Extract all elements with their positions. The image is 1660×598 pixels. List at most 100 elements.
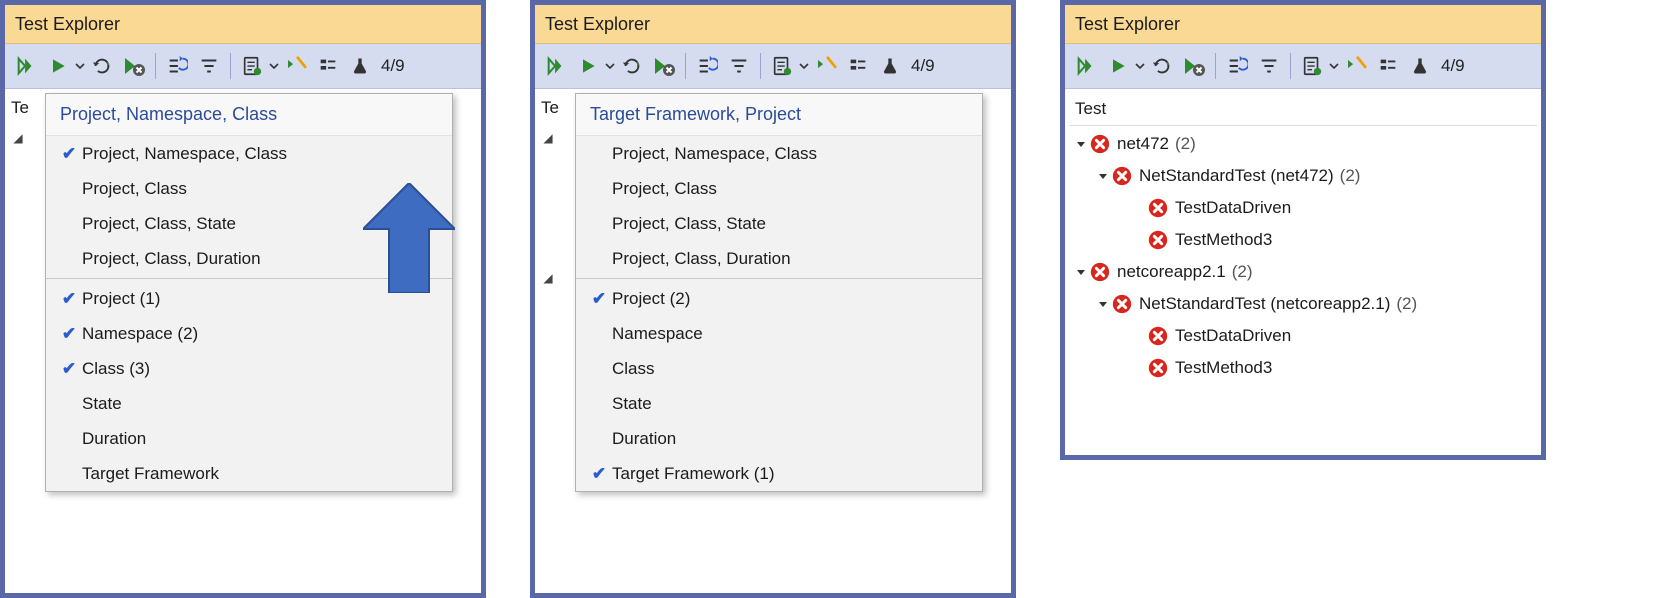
group-by-button[interactable] — [843, 51, 873, 81]
group-level-item[interactable]: Class — [576, 351, 982, 386]
run-dropdown[interactable] — [605, 61, 615, 71]
group-by-button[interactable] — [313, 51, 343, 81]
expander-icon[interactable] — [1073, 267, 1089, 277]
playlist-button[interactable] — [1222, 51, 1252, 81]
toolbar: 4/9 — [1065, 44, 1541, 89]
test-tree: Test net472(2)NetStandardTest (net472)(2… — [1065, 89, 1541, 390]
tree-node-label: NetStandardTest (netcoreapp2.1) — [1139, 294, 1390, 314]
separator — [1290, 53, 1291, 79]
group-level-item[interactable]: ✔Target Framework (1) — [576, 456, 982, 491]
test-explorer-panel: Test Explorer 4/9 Test net472(2)NetStand… — [1060, 0, 1546, 460]
group-level-item[interactable]: ✔Namespace (2) — [46, 316, 452, 351]
run-button[interactable] — [573, 51, 603, 81]
fail-icon — [1147, 197, 1169, 219]
panel-title-bar: Test Explorer — [5, 5, 481, 44]
run-dropdown[interactable] — [75, 61, 85, 71]
group-preset-item[interactable]: Project, Class, Duration — [46, 241, 452, 276]
run-settings-button[interactable] — [811, 51, 841, 81]
group-by-button[interactable] — [1373, 51, 1403, 81]
tree-node[interactable]: NetStandardTest (net472)(2) — [1069, 160, 1537, 192]
tree-node[interactable]: net472(2) — [1069, 128, 1537, 160]
run-settings-button[interactable] — [281, 51, 311, 81]
test-summary-button[interactable] — [1405, 51, 1435, 81]
menu-divider — [46, 278, 452, 279]
run-settings-button[interactable] — [1341, 51, 1371, 81]
filter-button[interactable] — [724, 51, 754, 81]
group-level-item[interactable]: Target Framework — [46, 456, 452, 491]
tree-node[interactable]: TestMethod3 — [1069, 224, 1537, 256]
separator — [230, 53, 231, 79]
show-test-hierarchy-button[interactable] — [767, 51, 797, 81]
group-preset-item[interactable]: Project, Class — [46, 171, 452, 206]
tree-node-label: NetStandardTest (net472) — [1139, 166, 1334, 186]
show-test-hierarchy-button[interactable] — [1297, 51, 1327, 81]
run-button[interactable] — [43, 51, 73, 81]
expander-icon[interactable]: ◢ — [541, 271, 555, 285]
test-summary-button[interactable] — [345, 51, 375, 81]
playlist-button[interactable] — [162, 51, 192, 81]
group-level-item[interactable]: Duration — [46, 421, 452, 456]
panel-body: Te ◢ Project, Namespace, Class ✔Project,… — [5, 89, 481, 153]
tree-node[interactable]: netcoreapp2.1(2) — [1069, 256, 1537, 288]
tree-node[interactable]: TestDataDriven — [1069, 320, 1537, 352]
run-failed-button[interactable] — [119, 51, 149, 81]
filter-button[interactable] — [194, 51, 224, 81]
group-level-item[interactable]: Namespace — [576, 316, 982, 351]
test-summary-button[interactable] — [875, 51, 905, 81]
expander-icon[interactable] — [1073, 139, 1089, 149]
run-all-button[interactable] — [541, 51, 571, 81]
check-icon: ✔ — [56, 359, 82, 379]
run-dropdown[interactable] — [1135, 61, 1145, 71]
group-by-menu-header: Target Framework, Project — [576, 94, 982, 136]
group-level-item[interactable]: ✔Project (2) — [576, 281, 982, 316]
group-level-item[interactable]: ✔Project (1) — [46, 281, 452, 316]
check-icon: ✔ — [586, 289, 612, 309]
group-preset-item[interactable]: Project, Class — [576, 171, 982, 206]
peek-tab-label: Te — [11, 98, 29, 118]
group-level-item[interactable]: Duration — [576, 421, 982, 456]
menu-item-label: Project, Class, State — [82, 214, 236, 234]
tree-header: Test — [1069, 95, 1537, 123]
group-preset-item[interactable]: Project, Class, Duration — [576, 241, 982, 276]
expander-icon[interactable]: ◢ — [11, 131, 25, 145]
tree-node[interactable]: TestMethod3 — [1069, 352, 1537, 384]
fail-icon — [1089, 261, 1111, 283]
run-all-button[interactable] — [11, 51, 41, 81]
show-dropdown[interactable] — [269, 61, 279, 71]
tree-node-count: (2) — [1232, 262, 1253, 282]
run-all-button[interactable] — [1071, 51, 1101, 81]
repeat-last-run-button[interactable] — [617, 51, 647, 81]
group-level-item[interactable]: ✔Class (3) — [46, 351, 452, 386]
test-explorer-panel: Test Explorer 4/9 Te ◢ — [530, 0, 1016, 598]
tree-node[interactable]: TestDataDriven — [1069, 192, 1537, 224]
repeat-last-run-button[interactable] — [1147, 51, 1177, 81]
group-by-menu: Project, Namespace, Class ✔Project, Name… — [45, 93, 453, 492]
expander-icon[interactable] — [1095, 171, 1111, 181]
playlist-button[interactable] — [692, 51, 722, 81]
show-dropdown[interactable] — [799, 61, 809, 71]
menu-item-label: Target Framework (1) — [612, 464, 774, 484]
expander-icon[interactable]: ◢ — [541, 131, 555, 145]
repeat-last-run-button[interactable] — [87, 51, 117, 81]
group-preset-item[interactable]: Project, Class, State — [46, 206, 452, 241]
tree-node-count: (2) — [1396, 294, 1417, 314]
group-preset-item[interactable]: ✔Project, Namespace, Class — [46, 136, 452, 171]
check-icon: ✔ — [586, 464, 612, 484]
group-preset-item[interactable]: Project, Class, State — [576, 206, 982, 241]
tree-node[interactable]: NetStandardTest (netcoreapp2.1) (2) — [1069, 288, 1537, 320]
expander-icon[interactable] — [1095, 299, 1111, 309]
filter-button[interactable] — [1254, 51, 1284, 81]
group-level-item[interactable]: State — [576, 386, 982, 421]
run-button[interactable] — [1103, 51, 1133, 81]
show-dropdown[interactable] — [1329, 61, 1339, 71]
test-count-label: 4/9 — [381, 56, 405, 76]
run-failed-button[interactable] — [649, 51, 679, 81]
group-preset-item[interactable]: Project, Namespace, Class — [576, 136, 982, 171]
run-failed-button[interactable] — [1179, 51, 1209, 81]
group-level-item[interactable]: State — [46, 386, 452, 421]
menu-item-label: Project (2) — [612, 289, 690, 309]
check-icon: ✔ — [56, 144, 82, 164]
panel-title-bar: Test Explorer — [535, 5, 1011, 44]
show-test-hierarchy-button[interactable] — [237, 51, 267, 81]
menu-item-label: Project, Namespace, Class — [612, 144, 817, 164]
